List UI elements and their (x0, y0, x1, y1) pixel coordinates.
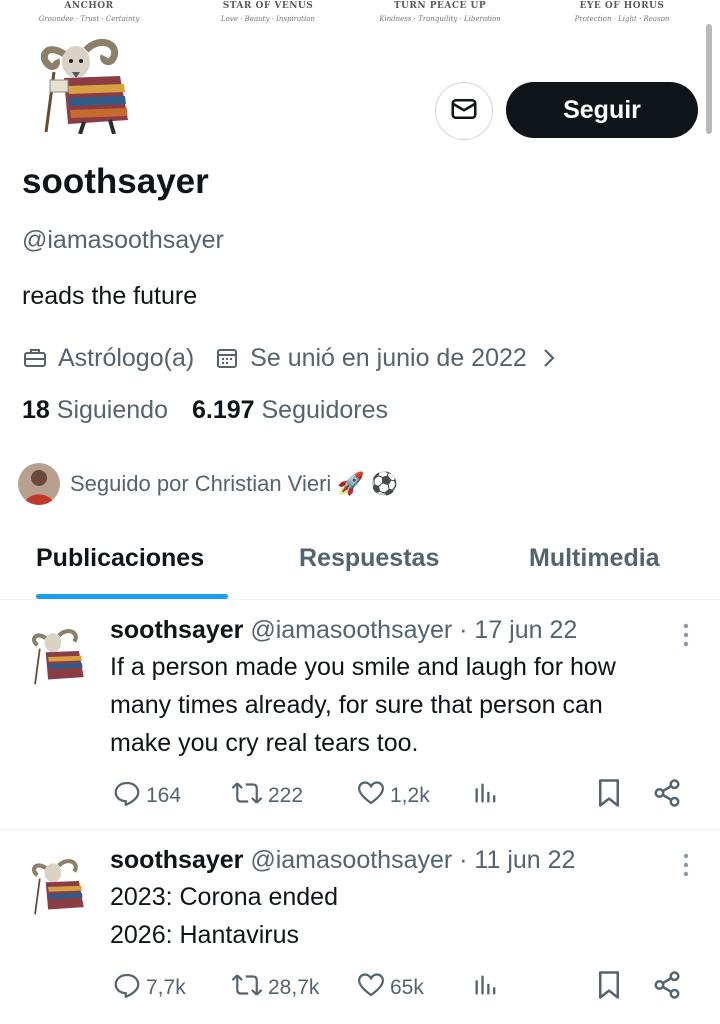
profile-avatar[interactable] (24, 28, 142, 135)
following-count: 18 (22, 396, 50, 424)
tweet-meta: @iamasoothsayer · 11 jun 22 (250, 846, 576, 874)
retweet-button[interactable]: 222 (230, 779, 303, 813)
followers-link[interactable]: 6.197 Seguidores (192, 396, 388, 424)
tweet-header: soothsayer @iamasoothsayer · 17 jun 22 (110, 616, 577, 645)
retweet-icon (230, 970, 268, 1006)
tweet-line: 2023: Corona ended (110, 883, 338, 911)
scrollbar[interactable] (706, 24, 712, 134)
tweet-line: If a person made you smile and laugh for… (110, 653, 616, 681)
chevron-right-icon[interactable] (541, 347, 557, 369)
banner-title: TURN PEACE UP (393, 1, 487, 11)
share-button[interactable] (652, 971, 686, 1005)
reply-button[interactable]: 7,7k (112, 971, 186, 1005)
profile-stats: 18 Siguiendo 6.197 Seguidores (22, 396, 388, 425)
tweet-actions: 7,7k 28,7k 65k (110, 971, 700, 1005)
banner-symbol-anchor: ANCHOR Groundee · Trust · Certainty (14, 0, 164, 26)
heart-icon (356, 970, 390, 1006)
banner-subtitle: Protection · Light · Reason (574, 15, 670, 23)
profile-joined: Se unió en junio de 2022 (250, 343, 527, 372)
tweet-meta: @iamasoothsayer · 17 jun 22 (250, 616, 578, 644)
banner-symbol-horus: EYE OF HORUS Protection · Light · Reason (547, 0, 697, 26)
profile-name: soothsayer (22, 162, 209, 201)
views-icon (472, 970, 504, 1006)
followed-by[interactable]: Seguido por Christian Vieri 🚀 ⚽ (18, 462, 398, 506)
followers-count: 6.197 (191, 396, 255, 424)
banner-title: EYE OF HORUS (579, 1, 665, 11)
calendar-icon (214, 345, 240, 371)
profile-meta: Astrólogo(a) Se unió en junio de 2022 (22, 340, 557, 376)
tab-multimedia[interactable]: Multimedia (529, 544, 660, 573)
tweet-line: many times already, for sure that person… (110, 691, 603, 719)
share-icon (652, 778, 686, 814)
profile-tabs: Publicaciones Respuestas Multimedia (0, 530, 720, 600)
follower-avatar (18, 463, 60, 505)
retweet-icon (230, 778, 268, 814)
followers-label: Seguidores (261, 396, 388, 424)
banner-symbol-peace: TURN PEACE UP Kindness · Tranquility · L… (365, 0, 515, 26)
tweet-header: soothsayer @iamasoothsayer · 11 jun 22 (110, 846, 575, 875)
like-button[interactable]: 1,2k (356, 779, 430, 813)
reply-icon (112, 778, 146, 814)
reply-count: 164 (146, 784, 182, 807)
active-tab-indicator (36, 594, 228, 599)
bookmark-icon (596, 778, 626, 814)
tweet-author[interactable]: soothsayer (110, 846, 243, 874)
banner-symbol-venus: STAR OF VENUS Love · Beauty · Inspiratio… (193, 0, 343, 26)
profile-handle: @iamasoothsayer (22, 226, 224, 254)
follow-button[interactable]: Seguir (506, 82, 698, 138)
banner-title: STAR OF VENUS (222, 1, 314, 11)
following-label: Siguiendo (56, 396, 168, 424)
like-count: 65k (390, 976, 424, 999)
tweet-author[interactable]: soothsayer (110, 616, 243, 644)
tweet-text: If a person made you smile and laugh for… (110, 648, 710, 762)
banner-subtitle: Kindness · Tranquility · Liberation (379, 15, 501, 23)
envelope-icon (449, 94, 479, 129)
profile-category: Astrólogo(a) (58, 343, 195, 372)
like-count: 1,2k (390, 784, 430, 807)
share-icon (652, 970, 686, 1006)
banner-title: ANCHOR (64, 1, 114, 11)
banner-subtitle: Groundee · Trust · Certainty (38, 15, 140, 23)
reply-count: 7,7k (146, 976, 186, 999)
reply-icon (112, 970, 146, 1006)
tweet-text: 2023: Corona ended 2026: Hantavirus (110, 878, 710, 954)
bookmark-button[interactable] (596, 779, 626, 813)
following-link[interactable]: 18 Siguiendo (22, 396, 168, 424)
heart-icon (356, 778, 390, 814)
tweet-avatar[interactable] (22, 622, 92, 686)
more-options-icon[interactable] (676, 850, 696, 880)
share-button[interactable] (652, 779, 686, 813)
views-button[interactable] (472, 779, 504, 813)
tweet[interactable]: soothsayer @iamasoothsayer · 17 jun 22 I… (0, 600, 720, 830)
tweet[interactable]: soothsayer @iamasoothsayer · 11 jun 22 2… (0, 830, 720, 1024)
banner-subtitle: Love · Beauty · Inspiration (221, 15, 315, 23)
message-button[interactable] (435, 82, 493, 140)
retweet-count: 28,7k (268, 976, 320, 999)
followed-by-text: Seguido por Christian Vieri 🚀 ⚽ (70, 471, 399, 496)
retweet-button[interactable]: 28,7k (230, 971, 319, 1005)
bookmark-icon (596, 970, 626, 1006)
profile-bio: reads the future (22, 282, 198, 310)
retweet-count: 222 (268, 784, 304, 807)
tweet-line: make you cry real tears too. (110, 729, 419, 757)
reply-button[interactable]: 164 (112, 779, 181, 813)
tab-publicaciones[interactable]: Publicaciones (36, 544, 204, 573)
more-options-icon[interactable] (676, 620, 696, 650)
tweet-line: 2026: Hantavirus (110, 921, 300, 949)
tweet-actions: 164 222 1,2k (110, 779, 700, 813)
briefcase-icon (22, 345, 48, 371)
views-icon (472, 778, 504, 814)
bookmark-button[interactable] (596, 971, 626, 1005)
like-button[interactable]: 65k (356, 971, 424, 1005)
tab-respuestas[interactable]: Respuestas (299, 544, 439, 573)
tweet-avatar[interactable] (22, 852, 92, 916)
views-button[interactable] (472, 971, 504, 1005)
